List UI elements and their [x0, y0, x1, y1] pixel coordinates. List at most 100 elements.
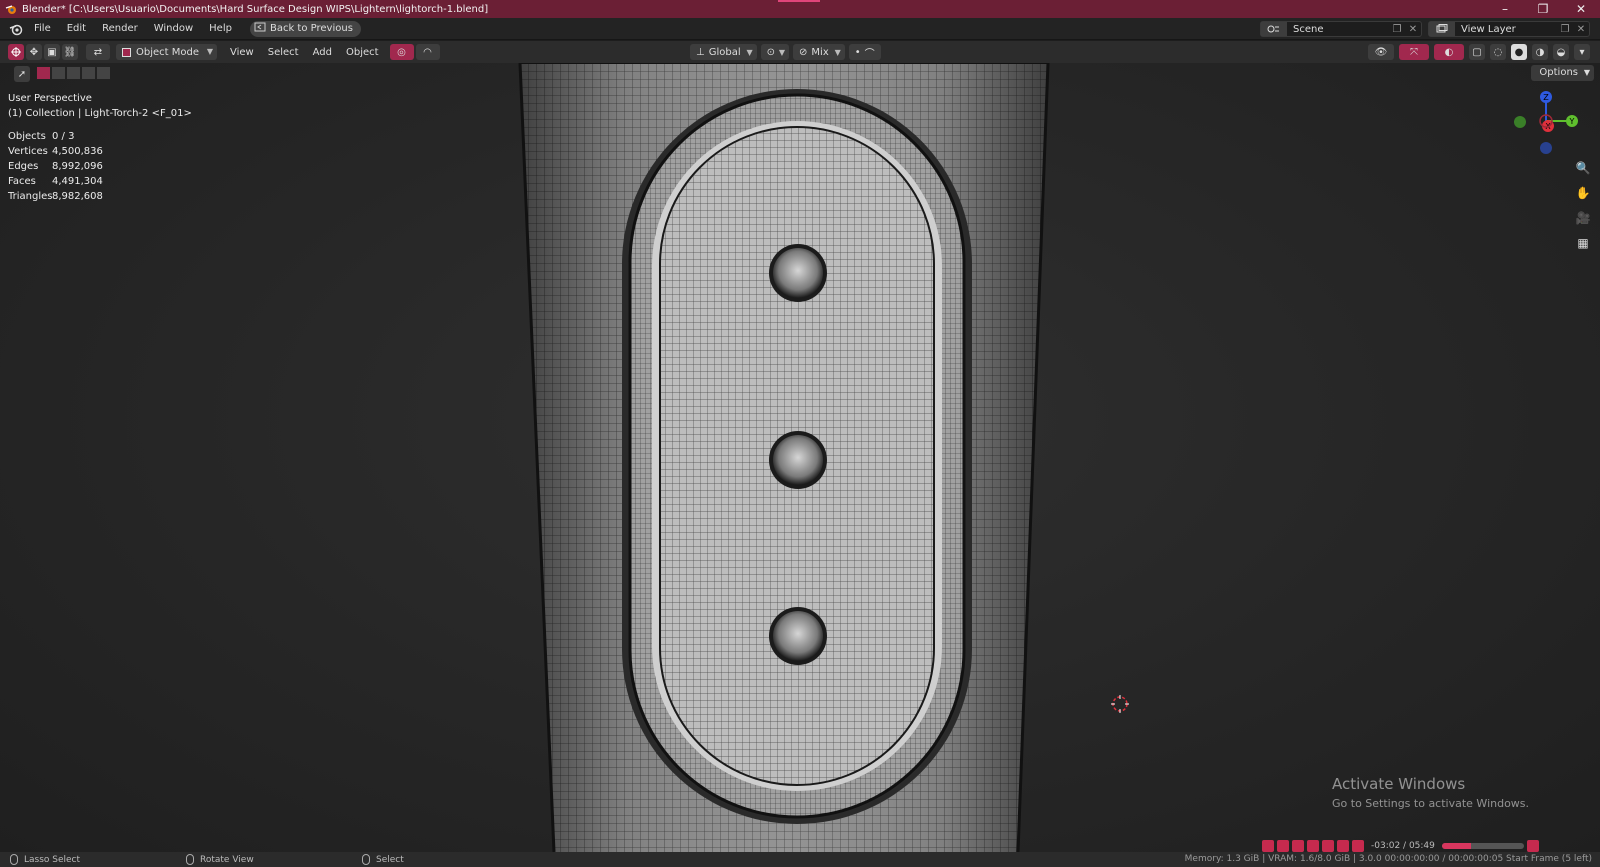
stop-icon[interactable] — [1292, 840, 1304, 852]
status-middle-label: Rotate View — [200, 854, 254, 865]
overlay-toggle-icon[interactable]: ◐ — [1434, 44, 1464, 60]
header-menu-view[interactable]: View — [223, 47, 261, 58]
play-icon[interactable] — [1322, 840, 1334, 852]
new-scene-icon[interactable]: ❐ — [1389, 22, 1405, 36]
editor-mode-dropdown-icon[interactable]: ⇄ — [86, 44, 110, 60]
pan-hand-icon[interactable]: ✋ — [1574, 184, 1592, 202]
proportional-editing-icon[interactable]: ◎ — [389, 44, 414, 60]
object-mode-icon — [122, 47, 131, 57]
wireframe-shading-icon[interactable]: ◌ — [1490, 44, 1506, 60]
orientation-icon: ⊥ — [696, 46, 705, 58]
view-layer-selector[interactable]: View Layer ❐ ✕ — [1428, 21, 1590, 37]
stat-value: 4,491,304 — [52, 176, 103, 187]
next-keyframe-icon[interactable] — [1337, 840, 1349, 852]
gizmo-z-label: Z — [1543, 93, 1549, 102]
stat-label: Edges — [8, 161, 39, 172]
material-shading-icon[interactable]: ◑ — [1532, 44, 1548, 60]
record-icon[interactable] — [1526, 840, 1539, 852]
pivot-point-dropdown[interactable]: ⊙ ▼ — [760, 44, 790, 60]
remove-scene-icon[interactable]: ✕ — [1405, 22, 1421, 36]
scene-selector[interactable]: Scene ❐ ✕ — [1260, 21, 1422, 37]
visibility-icon[interactable]: 👁 — [1368, 44, 1394, 60]
status-select: Select — [362, 854, 404, 865]
select-subtract-icon[interactable] — [66, 66, 81, 80]
3d-cursor-icon[interactable] — [1111, 695, 1129, 713]
header-menu-select[interactable]: Select — [261, 47, 306, 58]
zoom-icon[interactable]: 🔍 — [1574, 159, 1592, 177]
snap-dropdown[interactable]: ⊘ Mix ▼ — [793, 44, 845, 60]
play-reverse-icon[interactable] — [1307, 840, 1319, 852]
rendered-shading-icon[interactable]: ◒ — [1553, 44, 1569, 60]
close-button[interactable]: ✕ — [1562, 0, 1600, 18]
pivot-icon: ⊙ — [766, 46, 776, 58]
snap-label: Mix — [811, 46, 829, 58]
object-mode-dropdown[interactable]: Object Mode ▼ — [116, 44, 217, 60]
playback-time: -03:02 / 05:49 — [1371, 841, 1435, 851]
chevron-down-icon: ▼ — [746, 47, 753, 57]
orientation-label: Global — [708, 46, 741, 58]
navigation-controls: 🔍 ✋ 🎥 ▦ — [1574, 159, 1592, 252]
chevron-down-icon: ▼ — [1583, 68, 1590, 77]
scene-statistics: Objects 0 / 3 Vertices 4,500,836 Edges 8… — [8, 129, 103, 204]
gizmo-neg-z-axis[interactable] — [1540, 142, 1552, 154]
header-menu-add[interactable]: Add — [306, 47, 339, 58]
playback-progress-bar[interactable] — [1441, 843, 1524, 849]
menu-window[interactable]: Window — [146, 18, 201, 40]
menu-file[interactable]: File — [26, 18, 59, 40]
options-dropdown[interactable]: Options ▼ — [1531, 65, 1594, 81]
stat-row: Edges 8,992,096 — [8, 159, 103, 174]
shading-options-icon[interactable]: ▾ — [1574, 44, 1590, 60]
menu-render[interactable]: Render — [94, 18, 146, 40]
solid-shading-icon[interactable]: ● — [1511, 44, 1527, 60]
scene-icon[interactable] — [1261, 22, 1287, 36]
affect-only-icon[interactable]: ▣ — [44, 44, 60, 60]
status-left-label: Lasso Select — [24, 854, 81, 865]
proportional-toggle[interactable]: • ⌒ — [848, 44, 881, 60]
minimize-button[interactable]: – — [1486, 0, 1524, 18]
restore-button[interactable]: ❐ — [1524, 0, 1562, 18]
stat-row: Faces 4,491,304 — [8, 174, 103, 189]
wireframe-mesh — [518, 63, 1050, 852]
camera-view-icon[interactable]: 🎥 — [1574, 209, 1592, 227]
header-menu-object[interactable]: Object — [339, 47, 386, 58]
stat-value: 4,500,836 — [52, 146, 103, 157]
select-extend-icon[interactable] — [51, 66, 66, 80]
navigation-gizmo[interactable]: Z Y X — [1506, 89, 1586, 159]
gizmo-toggle-icon[interactable]: ⤧ — [1399, 44, 1429, 60]
blender-logo-icon[interactable] — [6, 19, 26, 39]
prev-keyframe-icon[interactable] — [1277, 840, 1289, 852]
stat-label: Triangles — [8, 191, 53, 202]
select-tool-icon[interactable]: ➚ — [14, 66, 30, 82]
menu-help[interactable]: Help — [201, 18, 240, 40]
jump-end-icon[interactable] — [1352, 840, 1364, 852]
jump-start-icon[interactable] — [1262, 840, 1274, 852]
menu-edit[interactable]: Edit — [59, 18, 94, 40]
activation-title: Activate Windows — [1332, 775, 1466, 793]
view-layer-icon[interactable] — [1429, 22, 1455, 36]
scene-name-field[interactable]: Scene — [1287, 24, 1389, 35]
stat-row: Triangles 8,982,608 — [8, 189, 103, 204]
transform-gizmo-icon[interactable]: ✥ — [26, 44, 42, 60]
select-new-icon[interactable] — [36, 66, 51, 80]
menu-bar: File Edit Render Window Help Back to Pre… — [0, 18, 1600, 40]
blender-app-icon — [4, 2, 18, 16]
dot-icon: • — [854, 46, 861, 58]
collection-info: (1) Collection | Light-Torch-2 <F_01> — [8, 108, 192, 119]
falloff-icon[interactable]: ◠ — [415, 44, 440, 60]
stat-row: Vertices 4,500,836 — [8, 144, 103, 159]
new-view-layer-icon[interactable]: ❐ — [1557, 22, 1573, 36]
3d-viewport[interactable]: User Perspective (1) Collection | Light-… — [0, 63, 1600, 852]
editor-type-icon[interactable] — [8, 44, 24, 60]
remove-view-layer-icon[interactable]: ✕ — [1573, 22, 1589, 36]
mouse-middle-icon — [186, 854, 194, 865]
link-icon[interactable]: ⛓ — [62, 44, 78, 60]
view-layer-name-field[interactable]: View Layer — [1455, 24, 1557, 35]
perspective-grid-icon[interactable]: ▦ — [1574, 234, 1592, 252]
gizmo-neg-y-axis[interactable] — [1514, 116, 1526, 128]
mouse-right-icon — [362, 854, 370, 865]
select-invert-icon[interactable] — [81, 66, 96, 80]
transform-orientation-dropdown[interactable]: ⊥ Global ▼ — [690, 44, 757, 60]
xray-icon[interactable]: ▢ — [1469, 44, 1485, 60]
back-to-previous-button[interactable]: Back to Previous — [249, 20, 361, 37]
select-intersect-icon[interactable] — [96, 66, 111, 80]
